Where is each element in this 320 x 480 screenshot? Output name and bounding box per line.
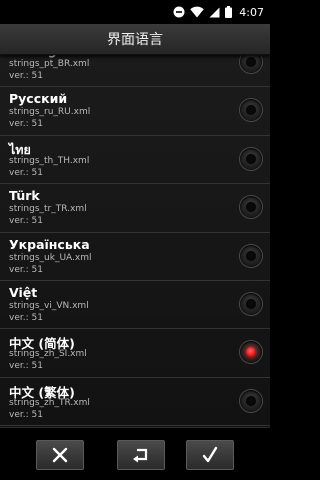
radio-dot: [246, 153, 256, 164]
radio-dot: [246, 202, 256, 213]
radio-dot: [246, 105, 256, 116]
language-version: ver.: 51: [9, 119, 43, 130]
battery-icon: [225, 6, 233, 18]
language-row[interactable]: Việt strings_vi_VN.xml ver.: 51: [0, 281, 270, 330]
language-version: ver.: 51: [9, 264, 43, 275]
cell-signal-icon: [209, 7, 220, 18]
status-icons: 4:07: [173, 0, 264, 24]
language-file: strings_th_TH.xml: [9, 155, 90, 166]
language-version: ver.: 51: [9, 167, 43, 178]
language-version: ver.: 51: [9, 409, 43, 420]
language-file: strings_zh_TR.xml: [9, 397, 90, 408]
language-file: strings_tr_TR.xml: [9, 204, 87, 215]
language-file: strings_uk_UA.xml: [9, 252, 92, 263]
language-radio[interactable]: [240, 341, 262, 364]
page-title: 界面语言: [107, 32, 163, 48]
language-file: strings_ru_RU.xml: [9, 107, 91, 118]
language-radio[interactable]: [240, 244, 262, 267]
language-version: ver.: 51: [9, 361, 43, 372]
radio-dot: [246, 57, 256, 67]
radio-dot: [246, 298, 256, 309]
cancel-button[interactable]: [36, 440, 84, 470]
language-name: Türk: [9, 188, 40, 204]
language-list[interactable]: Portuguêsstrings_pt_BR.xmlver.: 51Русски…: [0, 54, 270, 427]
language-name: Українська: [9, 236, 90, 252]
language-file: strings_zh_SI.xml: [9, 349, 87, 360]
language-version: ver.: 51: [9, 71, 43, 81]
language-radio[interactable]: [240, 147, 262, 170]
language-row[interactable]: 中文 (繁体) strings_zh_TR.xml ver.: 51: [0, 378, 270, 427]
language-row[interactable]: ไทย strings_th_TH.xml ver.: 51: [0, 136, 270, 185]
language-row[interactable]: Українська strings_uk_UA.xml ver.: 51: [0, 233, 270, 281]
language-version: ver.: 51: [9, 312, 43, 323]
check-icon: [201, 446, 219, 464]
close-icon: [51, 446, 69, 464]
bottom-toolbar: [0, 427, 270, 480]
status-time: 4:07: [239, 5, 264, 19]
language-file: strings_vi_VN.xml: [9, 300, 89, 311]
language-radio[interactable]: [240, 99, 262, 122]
language-list-items: Portuguêsstrings_pt_BR.xmlver.: 51Русски…: [0, 54, 270, 427]
title-bar: 界面语言: [0, 24, 270, 55]
undo-icon: [131, 446, 151, 464]
language-radio[interactable]: [240, 389, 262, 412]
radio-dot: [246, 250, 256, 261]
language-row[interactable]: Portuguêsstrings_pt_BR.xmlver.: 51: [0, 54, 270, 88]
language-row[interactable]: Türk strings_tr_TR.xml ver.: 51: [0, 184, 270, 233]
language-name: Việt: [9, 284, 38, 300]
undo-button[interactable]: [117, 440, 165, 470]
language-version: ver.: 51: [9, 216, 43, 227]
language-row[interactable]: Русский strings_ru_RU.xml ver.: 51: [0, 87, 270, 136]
language-radio[interactable]: [240, 196, 262, 219]
status-bar: 4:07: [0, 0, 270, 24]
language-name: Русский: [9, 91, 68, 107]
language-file: strings_pt_BR.xml: [9, 59, 90, 69]
do-not-disturb-icon: [173, 6, 185, 18]
radio-dot: [246, 347, 256, 358]
wifi-icon: [190, 6, 204, 18]
confirm-button[interactable]: [186, 440, 234, 470]
language-row[interactable]: 中文 (简体) strings_zh_SI.xml ver.: 51: [0, 329, 270, 378]
language-radio[interactable]: [240, 54, 262, 73]
radio-dot: [246, 395, 256, 406]
language-radio[interactable]: [240, 292, 262, 315]
